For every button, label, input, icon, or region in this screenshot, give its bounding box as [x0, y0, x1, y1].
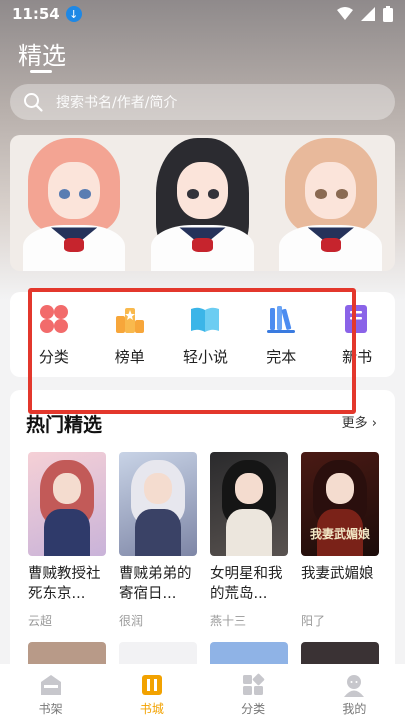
book-author: 燕十三 [210, 614, 247, 628]
more-label: 更多 [341, 416, 368, 431]
tab-category[interactable]: 分类 [203, 664, 304, 720]
wifi-icon [337, 7, 353, 20]
book-author: 阳了 [301, 614, 326, 628]
book-card[interactable]: 我妻武媚娘 我妻武媚娘 阳了 [301, 452, 379, 629]
title-underline [30, 70, 52, 73]
search-icon [24, 93, 43, 112]
category-grid-icon [243, 673, 265, 695]
page-title[interactable]: 精选 [18, 36, 66, 71]
book-title: 曹贼弟弟的寄宿日... [119, 566, 192, 602]
cover-title-text: 我妻武媚娘 [309, 527, 370, 541]
book-author: 很润 [119, 614, 144, 628]
tab-profile[interactable]: 我的 [304, 664, 405, 720]
tab-label: 书架 [38, 702, 63, 716]
search-placeholder: 搜索书名/作者/简介 [56, 95, 178, 111]
signal-icon [361, 7, 375, 21]
tab-bookshelf[interactable]: 书架 [0, 664, 101, 720]
book-card[interactable]: 曹贼教授社死东京... 云超 [28, 452, 106, 629]
status-bar: 11:54 ↓ [0, 0, 405, 28]
book-card[interactable]: 女明星和我的荒岛... 燕十三 [210, 452, 288, 629]
banner-character-right [267, 135, 395, 271]
bookstore-icon [141, 675, 162, 695]
highlight-box [28, 288, 356, 414]
book-title: 曹贼教授社死东京... [28, 566, 101, 602]
book-cover [210, 452, 288, 556]
tab-label: 书城 [139, 702, 164, 716]
tab-label: 我的 [342, 702, 367, 716]
book-card[interactable]: 曹贼弟弟的寄宿日... 很润 [119, 452, 197, 629]
section-title: 热门精选 [26, 414, 103, 436]
book-author: 云超 [28, 614, 53, 628]
book-cover: 我妻武媚娘 [301, 452, 379, 556]
banner-character-center [138, 135, 266, 271]
status-time: 11:54 [12, 5, 60, 23]
featured-banner[interactable] [10, 135, 395, 271]
book-title: 我妻武媚娘 [301, 566, 374, 582]
battery-icon [383, 6, 393, 22]
bottom-tab-bar: 书架 书城 分类 我的 [0, 664, 405, 720]
book-title: 女明星和我的荒岛... [210, 566, 283, 602]
profile-icon [344, 675, 365, 697]
tab-label: 分类 [241, 702, 266, 716]
search-bar[interactable]: 搜索书名/作者/简介 [10, 84, 395, 120]
book-cover [28, 452, 106, 556]
book-cover [119, 452, 197, 556]
tab-bookstore[interactable]: 书城 [101, 664, 202, 720]
download-icon: ↓ [65, 6, 82, 22]
more-link[interactable]: 更多 › [342, 412, 377, 431]
chevron-right-icon: › [371, 416, 377, 431]
bookshelf-icon [40, 675, 61, 695]
banner-character-left [10, 135, 138, 271]
